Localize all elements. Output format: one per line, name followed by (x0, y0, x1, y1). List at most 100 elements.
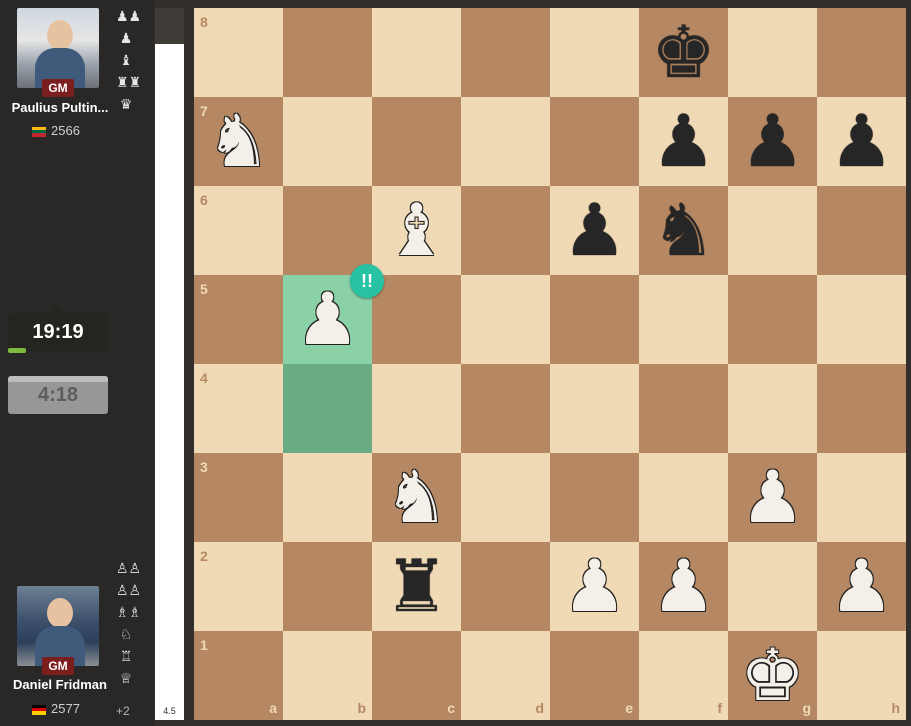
square-c4[interactable] (372, 364, 461, 453)
square-e8[interactable] (550, 8, 639, 97)
square-f6[interactable] (639, 186, 728, 275)
captured-piece-icon: ♘ (119, 627, 133, 643)
square-c7[interactable] (372, 97, 461, 186)
square-g6[interactable] (728, 186, 817, 275)
square-h8[interactable] (817, 8, 906, 97)
avatar-head (47, 20, 73, 50)
square-c8[interactable] (372, 8, 461, 97)
bottom-player-clock: 4:18 (8, 376, 108, 414)
square-e1[interactable]: e (550, 631, 639, 720)
player-rating-row: 2566 (32, 123, 80, 138)
rank-label: 5 (200, 281, 208, 297)
square-b3[interactable] (283, 453, 372, 542)
square-d2[interactable] (461, 542, 550, 631)
square-g4[interactable] (728, 364, 817, 453)
lithuania-flag-icon (32, 126, 46, 137)
square-f5[interactable] (639, 275, 728, 364)
square-d4[interactable] (461, 364, 550, 453)
square-a1[interactable]: 1a (194, 631, 283, 720)
title-badge: GM (42, 657, 74, 675)
clock-time-indicator (8, 348, 26, 353)
square-f3[interactable] (639, 453, 728, 542)
file-label: e (625, 700, 633, 716)
chess-board[interactable]: 8 7 6 5 4 3 2 1 a b c d e f g h ♚ ♞ ♟ ♟ ♟ ♝ ♟ ♞ ♟ ♞ ♟ ♜ ♟ ♟ ♟ ♚!! (194, 8, 906, 720)
file-label: b (357, 700, 366, 716)
square-h6[interactable] (817, 186, 906, 275)
square-e4[interactable] (550, 364, 639, 453)
square-a5[interactable]: 5 (194, 275, 283, 364)
player-name[interactable]: Daniel Fridman (0, 677, 120, 692)
square-h7[interactable] (817, 97, 906, 186)
title-badge: GM (42, 79, 74, 97)
captured-piece-icon: ♟♟ (116, 9, 142, 25)
germany-flag-icon (32, 704, 46, 715)
captured-pieces: ♙♙ ♙♙ ♗♗ ♘ ♖ ♕ (116, 558, 142, 690)
square-a3[interactable]: 3 (194, 453, 283, 542)
player-avatar[interactable] (17, 8, 99, 88)
square-c1[interactable]: c (372, 631, 461, 720)
square-a2[interactable]: 2 (194, 542, 283, 631)
rank-label: 7 (200, 103, 208, 119)
square-e3[interactable] (550, 453, 639, 542)
captured-piece-icon: ♖ (119, 649, 133, 665)
rank-label: 6 (200, 192, 208, 208)
square-b4[interactable] (283, 364, 372, 453)
square-h1[interactable]: h (817, 631, 906, 720)
square-d7[interactable] (461, 97, 550, 186)
player-avatar[interactable] (17, 586, 99, 666)
square-c6[interactable] (372, 186, 461, 275)
square-g3[interactable] (728, 453, 817, 542)
square-d1[interactable]: d (461, 631, 550, 720)
square-d3[interactable] (461, 453, 550, 542)
player-rating: 2566 (51, 123, 80, 138)
square-f7[interactable] (639, 97, 728, 186)
square-e6[interactable] (550, 186, 639, 275)
square-d5[interactable] (461, 275, 550, 364)
evaluation-bar[interactable]: 4.5 (155, 8, 184, 720)
square-g1[interactable]: g (728, 631, 817, 720)
file-label: a (269, 700, 277, 716)
square-g5[interactable] (728, 275, 817, 364)
file-label: h (891, 700, 900, 716)
square-b8[interactable] (283, 8, 372, 97)
captured-piece-icon: ♙♙ (116, 583, 142, 599)
square-b7[interactable] (283, 97, 372, 186)
player-rating: 2577 (51, 701, 80, 716)
square-h5[interactable] (817, 275, 906, 364)
square-g8[interactable] (728, 8, 817, 97)
square-f2[interactable] (639, 542, 728, 631)
square-e7[interactable] (550, 97, 639, 186)
eval-black-portion (155, 8, 184, 44)
square-a7[interactable]: 7 (194, 97, 283, 186)
square-c5[interactable] (372, 275, 461, 364)
eval-score: 4.5 (163, 706, 176, 716)
captured-piece-icon: ♟ (119, 31, 133, 47)
square-h3[interactable] (817, 453, 906, 542)
square-e5[interactable] (550, 275, 639, 364)
square-c3[interactable] (372, 453, 461, 542)
square-a8[interactable]: 8 (194, 8, 283, 97)
square-h2[interactable] (817, 542, 906, 631)
captured-piece-icon: ♝ (119, 53, 133, 69)
square-b6[interactable] (283, 186, 372, 275)
square-f1[interactable]: f (639, 631, 728, 720)
square-h4[interactable] (817, 364, 906, 453)
captured-piece-icon: ♛ (119, 97, 133, 113)
square-e2[interactable] (550, 542, 639, 631)
square-b1[interactable]: b (283, 631, 372, 720)
square-d8[interactable] (461, 8, 550, 97)
square-b2[interactable] (283, 542, 372, 631)
square-d6[interactable] (461, 186, 550, 275)
rank-label: 1 (200, 637, 208, 653)
square-c2[interactable] (372, 542, 461, 631)
player-name[interactable]: Paulius Pultin... (0, 100, 120, 115)
square-a4[interactable]: 4 (194, 364, 283, 453)
file-label: d (535, 700, 544, 716)
square-f8[interactable] (639, 8, 728, 97)
square-f4[interactable] (639, 364, 728, 453)
square-g2[interactable] (728, 542, 817, 631)
player-rating-row: 2577 (32, 701, 80, 716)
square-a6[interactable]: 6 (194, 186, 283, 275)
file-label: c (447, 700, 455, 716)
square-g7[interactable] (728, 97, 817, 186)
